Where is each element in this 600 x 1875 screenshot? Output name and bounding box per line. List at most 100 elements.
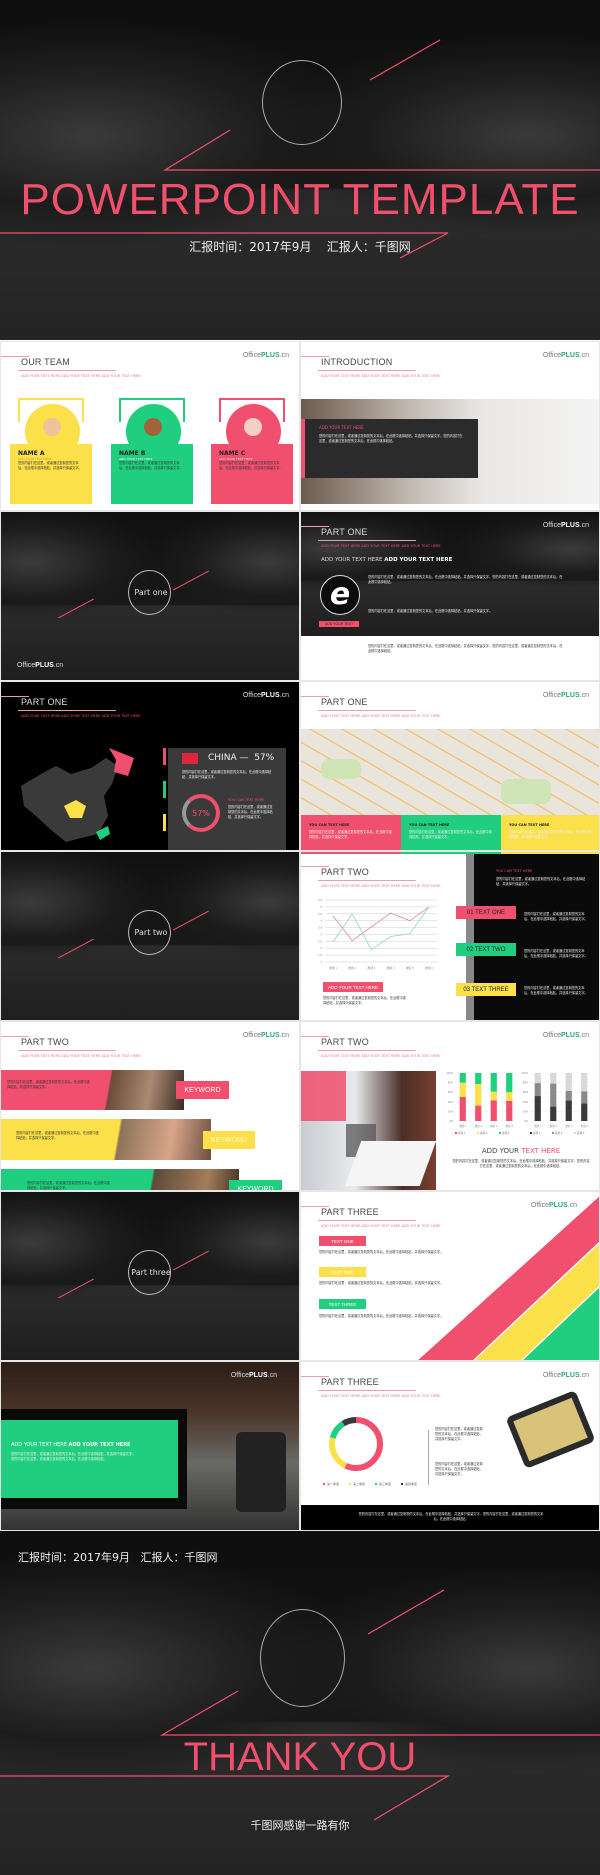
slide-part-one-a[interactable]: PART ONE ADD YOUR TEXT HERE ADD YOUR TEX… (300, 511, 600, 681)
slide-part-one-b[interactable]: PART ONE ADD YOUR TEXT HERE ADD YOUR TEX… (0, 681, 300, 851)
officeplus-logo: OfficePLUS.cn (242, 1032, 289, 1039)
legend-swatch (499, 1132, 501, 1134)
x-tick-label: 类别 1 (534, 1124, 542, 1128)
y-tick-label: 4.5 (318, 912, 322, 916)
legend-swatch (323, 1483, 325, 1485)
x-tick-label: 类别 3 (367, 966, 375, 970)
y-tick-label: 80% (448, 1081, 454, 1085)
cover-slide: POWERPOINT TEMPLATE 汇报时间：2017年9月 汇报人：千图网 (0, 0, 600, 340)
x-tick-label: 类别 4 (387, 966, 395, 970)
percent-ring: 57% (182, 794, 220, 832)
x-tick-label: 类别 2 (348, 966, 356, 970)
slide-title: PART THREE (321, 1207, 379, 1217)
legend-swatch (375, 1483, 377, 1485)
slide-our-team[interactable]: OUR TEAM ADD YOUR TEXT HERE ADD YOUR TEX… (0, 341, 300, 511)
y-tick-label: 1 (320, 960, 322, 964)
slide-part-one-divider[interactable]: Part one OfficePLUS.cn (0, 511, 300, 681)
slide-title: PART THREE (321, 1377, 379, 1387)
bar-segment (490, 1091, 497, 1101)
map-box-red: YOU CAN TEXT HERE 您的内容打在这里，或者通过复制您的文本后，在此… (301, 815, 401, 850)
officeplus-logo: OfficePLUS.cn (542, 352, 589, 359)
street-map[interactable] (301, 729, 599, 815)
officeplus-logo: OfficePLUS.cn (242, 352, 289, 359)
bar-segment (459, 1097, 466, 1121)
bar-segment (550, 1073, 557, 1084)
member-desc: 您的内容打在这里，或者通过复制您的文本后，在此框中选择粘贴，并选择只保留文字。 (119, 461, 183, 470)
legend-label: 系列 3 (502, 1131, 510, 1135)
y-tick-label: 2 (320, 946, 322, 950)
keyword-tag: KEYWORD (203, 1131, 255, 1149)
legend-label: 系列 2 (555, 1131, 563, 1135)
slide-part-two-a[interactable]: PART TWO ADD YOUR TEXT HERE ADD YOUR TEX… (300, 851, 600, 1021)
section-label: Part two (134, 928, 168, 937)
tag-text-one: TEXT ONE (319, 1236, 366, 1246)
item-three-label: 03 TEXT THREE (456, 983, 516, 996)
x-tick-label: 类别 4 (581, 1124, 589, 1128)
panel-heading: YOU CAN TEXT HERE (496, 869, 533, 873)
officeplus-logo: OfficePLUS.cn (542, 1032, 589, 1039)
slide-part-two-c[interactable]: PART TWO ADD YOUR TEXT HERE ADD YOUR TEX… (300, 1021, 600, 1191)
slide-part-three-divider[interactable]: Part three (0, 1191, 300, 1361)
intro-body: 您的内容打在这里，或者通过复制您的文本后，在此框中选择粘贴，并选择只保留文字。您… (319, 434, 463, 443)
slide-subtitle: ADD YOUR TEXT HERE ADD YOUR TEXT HERE AD… (21, 374, 141, 378)
keyword-band-red: 您的内容打在这里，或者通过复制您的文本后，在此框中选择粘贴，并选择只保留文字。 (1, 1070, 184, 1110)
team-card-c: NAME C ADD YOUR TEXT HERE 您的内容打在这里，或者通过复… (211, 398, 295, 504)
internet-explorer-icon: e (320, 575, 360, 615)
report-time-label: 汇报时间： (189, 240, 250, 254)
bar-segment (490, 1073, 497, 1092)
bar-segment (506, 1100, 513, 1121)
y-tick-label: 80% (523, 1081, 529, 1085)
bar-segment (581, 1073, 588, 1092)
y-tick-label: 3.5 (318, 926, 322, 930)
x-tick-label: 类别 6 (425, 966, 433, 970)
slide-part-two-b[interactable]: PART TWO ADD YOUR TEXT HERE ADD YOUR TEX… (0, 1021, 300, 1191)
bar-segment (534, 1096, 541, 1121)
member-desc: 您的内容打在这里，或者通过复制您的文本后，在此框中选择粘贴，并选择只保留文字。 (219, 461, 283, 470)
slide-part-three-a[interactable]: PART THREE ADD YOUR TEXT HERE ADD YOUR T… (300, 1191, 600, 1361)
part-one-body-1: 您的内容打在这里，或者通过复制您的文本后，在此框中选择粘贴，并选择只保留文字。您… (368, 575, 563, 584)
china-stats-card: CHINA — 57% 您的内容打在这里，或者通过复制您的文本后，在此框中选择粘… (168, 748, 286, 850)
slide-subtitle: ADD YOUR TEXT HERE ADD YOUR TEXT HERE AD… (321, 1224, 441, 1228)
cover-meta: 汇报时间：2017年9月 汇报人：千图网 (0, 238, 600, 255)
officeplus-logo: OfficePLUS.cn (542, 692, 589, 699)
slide-part-three-c[interactable]: PART THREE ADD YOUR TEXT HERE ADD YOUR T… (300, 1361, 600, 1531)
slide-subtitle: ADD YOUR TEXT HERE ADD YOUR TEXT HERE AD… (321, 714, 441, 718)
slide-title: PART ONE (21, 697, 68, 707)
part-one-body-2: 您的内容打在这里，或者通过复制您的文本后，在此框中选择粘贴，并选择只保留文字。 (368, 609, 493, 613)
bar-segment (565, 1100, 572, 1121)
bar-segment (475, 1073, 482, 1085)
bar-segment (506, 1073, 513, 1093)
bar-segment (490, 1100, 497, 1121)
y-tick-label: 40% (523, 1100, 529, 1104)
member-desc: 您的内容打在这里，或者通过复制您的文本后，在此框中选择粘贴，并选择只保留文字。 (18, 461, 82, 470)
y-tick-label: 60% (523, 1090, 529, 1094)
slide-part-one-c[interactable]: PART ONE ADD YOUR TEXT HERE ADD YOUR TEX… (300, 681, 600, 851)
slide-part-two-divider[interactable]: Part two (0, 851, 300, 1021)
y-tick-label: 1.5 (318, 953, 322, 957)
slide-title: PART TWO (321, 867, 369, 877)
slide-introduction[interactable]: INTRODUCTION ADD YOUR TEXT HERE ADD YOUR… (300, 341, 600, 511)
x-tick-label: 类别 5 (406, 966, 414, 970)
slide-title: PART TWO (21, 1037, 69, 1047)
legend-swatch (349, 1483, 351, 1485)
office-photo (301, 1071, 437, 1190)
cover-title: POWERPOINT TEMPLATE (20, 175, 580, 224)
member-name: NAME A (18, 450, 45, 457)
y-tick-label: 60% (448, 1090, 454, 1094)
add-text-button[interactable]: ADD YOUR TEXT HERE (323, 982, 383, 992)
legend-label: 系列 2 (480, 1131, 488, 1135)
item-one-label: 01 TEXT ONE (456, 906, 516, 919)
y-tick-label: 3 (320, 932, 322, 936)
slide-subtitle: ADD YOUR TEXT HERE ADD YOUR TEXT HERE AD… (321, 1394, 441, 1398)
bar-segment (565, 1073, 572, 1091)
tag-text-three: TEXT THREE (319, 1299, 366, 1309)
keyword-band-yellow: 您的内容打在这里，或者通过复制您的文本后，在此框中选择粘贴，并选择只保留文字。 (1, 1119, 211, 1160)
legend-label: 第二季度 (353, 1481, 365, 1486)
slide-part-three-b[interactable]: OfficePLUS.cn ADD YOUR TEXT HERE ADD YOU… (0, 1361, 300, 1531)
add-text-button[interactable]: ADD YOUR TEXT (319, 621, 359, 627)
slide-title: INTRODUCTION (321, 357, 393, 367)
section-label: Part one (134, 588, 168, 597)
y-tick-label: 100% (521, 1071, 528, 1075)
slide-title: PART ONE (321, 697, 368, 707)
legend-swatch (455, 1132, 457, 1134)
